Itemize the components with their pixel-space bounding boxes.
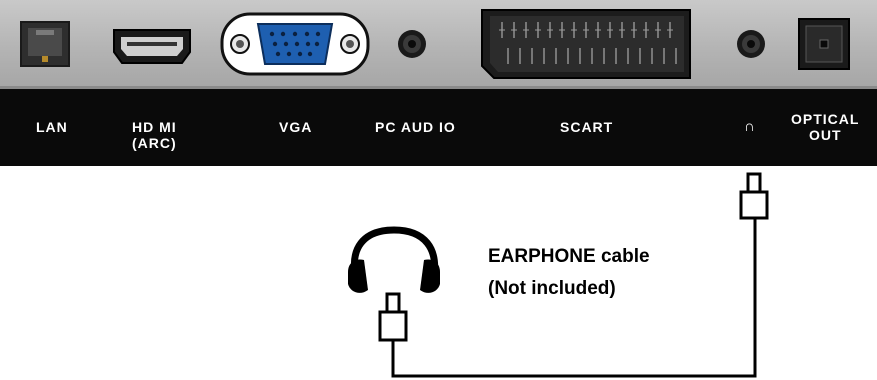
caption-line-2: (Not included): [488, 278, 616, 299]
headphone-icon: [348, 226, 440, 293]
earphone-plug-icon-left: [378, 292, 408, 342]
earphone-cable-diagram: [348, 172, 769, 378]
cable-caption: EARPHONE cable (Not included): [488, 241, 650, 305]
earphone-plug-icon: [739, 172, 769, 220]
caption-line-1: EARPHONE cable: [488, 246, 650, 267]
